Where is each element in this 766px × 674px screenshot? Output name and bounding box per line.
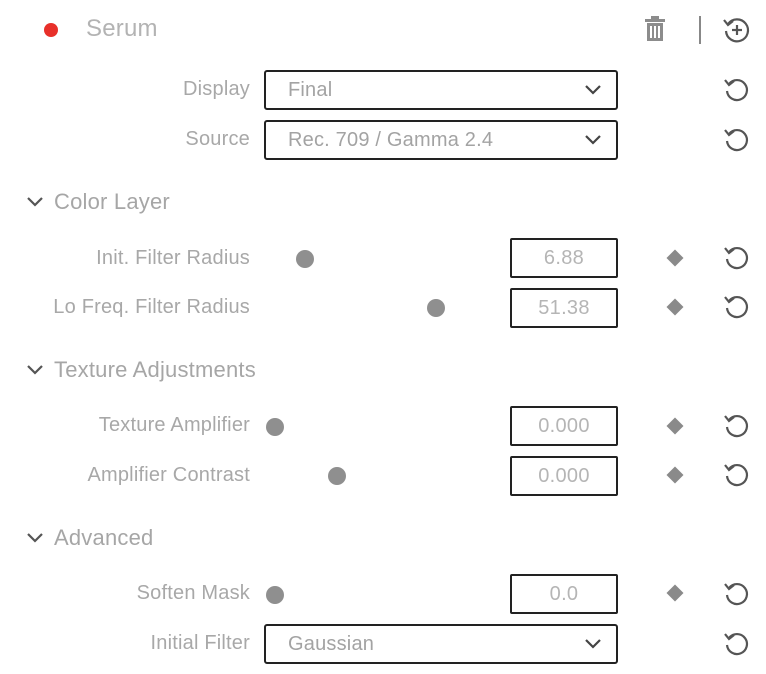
reset-init-filter-radius-icon[interactable] bbox=[722, 243, 752, 273]
display-dropdown[interactable]: Final bbox=[264, 70, 618, 110]
chevron-down-icon bbox=[582, 129, 604, 151]
section-texture-adjustments[interactable]: Texture Adjustments bbox=[24, 357, 256, 383]
lo-freq-filter-radius-slider[interactable] bbox=[427, 299, 445, 317]
section-color-layer[interactable]: Color Layer bbox=[24, 189, 170, 215]
effect-title: Serum bbox=[86, 15, 158, 42]
reset-amplifier-contrast-icon[interactable] bbox=[722, 460, 752, 490]
amplifier-contrast-label: Amplifier Contrast bbox=[87, 464, 250, 486]
reset-source-icon[interactable] bbox=[722, 125, 752, 155]
amplifier-contrast-value[interactable]: 0.000 bbox=[510, 456, 618, 496]
display-label: Display bbox=[183, 78, 250, 100]
chevron-down-icon bbox=[582, 79, 604, 101]
chevron-down-icon bbox=[24, 191, 46, 213]
initial-filter-dropdown[interactable]: Gaussian bbox=[264, 624, 618, 664]
keyframe-diamond-icon[interactable] bbox=[666, 298, 684, 316]
section-advanced[interactable]: Advanced bbox=[24, 525, 153, 551]
keyframe-diamond-icon[interactable] bbox=[666, 466, 684, 484]
amplifier-contrast-slider[interactable] bbox=[328, 467, 346, 485]
source-dropdown[interactable]: Rec. 709 / Gamma 2.4 bbox=[264, 120, 618, 160]
chevron-down-icon bbox=[24, 527, 46, 549]
initial-filter-label: Initial Filter bbox=[150, 632, 250, 654]
init-filter-radius-slider[interactable] bbox=[296, 250, 314, 268]
source-value: Rec. 709 / Gamma 2.4 bbox=[288, 128, 494, 151]
reset-texture-amplifier-icon[interactable] bbox=[722, 411, 752, 441]
reset-soften-mask-icon[interactable] bbox=[722, 579, 752, 609]
reset-lo-freq-filter-radius-icon[interactable] bbox=[722, 292, 752, 322]
lo-freq-filter-radius-label: Lo Freq. Filter Radius bbox=[53, 296, 250, 318]
lo-freq-filter-radius-value[interactable]: 51.38 bbox=[510, 288, 618, 328]
reset-display-icon[interactable] bbox=[722, 75, 752, 105]
section-title: Color Layer bbox=[54, 189, 170, 214]
keyframe-diamond-icon[interactable] bbox=[666, 249, 684, 267]
reset-all-icon[interactable] bbox=[722, 15, 752, 45]
soften-mask-slider[interactable] bbox=[266, 586, 284, 604]
soften-mask-label: Soften Mask bbox=[136, 582, 250, 604]
trash-icon[interactable] bbox=[644, 16, 666, 42]
init-filter-radius-label: Init. Filter Radius bbox=[96, 247, 250, 269]
soften-mask-value[interactable]: 0.0 bbox=[510, 574, 618, 614]
keyframe-diamond-icon[interactable] bbox=[666, 584, 684, 602]
texture-amplifier-slider[interactable] bbox=[266, 418, 284, 436]
reset-initial-filter-icon[interactable] bbox=[722, 629, 752, 659]
texture-amplifier-value[interactable]: 0.000 bbox=[510, 406, 618, 446]
init-filter-radius-value[interactable]: 6.88 bbox=[510, 238, 618, 278]
section-title: Texture Adjustments bbox=[54, 357, 256, 382]
chevron-down-icon bbox=[582, 633, 604, 655]
chevron-down-icon bbox=[24, 359, 46, 381]
texture-amplifier-label: Texture Amplifier bbox=[98, 414, 250, 436]
section-title: Advanced bbox=[54, 525, 154, 550]
keyframe-diamond-icon[interactable] bbox=[666, 417, 684, 435]
source-label: Source bbox=[185, 128, 250, 150]
initial-filter-value: Gaussian bbox=[288, 632, 375, 655]
enable-toggle[interactable] bbox=[44, 23, 58, 37]
display-value: Final bbox=[288, 78, 333, 101]
header-divider bbox=[699, 16, 701, 44]
